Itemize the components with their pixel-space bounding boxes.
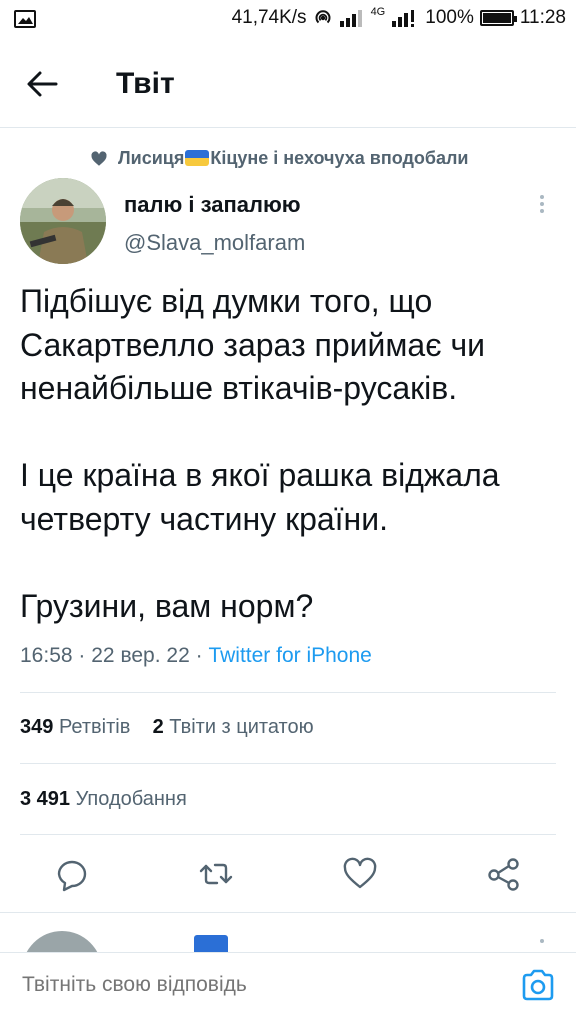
tweet-line: Грузини, вам норм? <box>20 587 314 624</box>
avatar[interactable] <box>20 178 106 264</box>
author-name[interactable]: палю і запалюю <box>124 192 301 218</box>
hotspot-icon <box>315 10 330 24</box>
network-speed: 41,74K/s <box>231 7 307 28</box>
author-handle[interactable]: @Slava_molfaram <box>124 230 305 256</box>
image-notification-icon <box>14 10 36 28</box>
liked-by-context[interactable]: Лисиця Кіцуне і нехочуха вподобали <box>90 148 469 169</box>
divider <box>20 692 556 693</box>
quotes-link[interactable]: 2 Твіти з цитатою <box>153 716 314 738</box>
reply-icon[interactable] <box>52 854 92 894</box>
retweet-icon[interactable] <box>196 854 236 894</box>
tweet-line: четверту частину країни. <box>20 500 388 537</box>
ukraine-flag-emoji <box>185 150 210 166</box>
signal-icon <box>339 10 362 27</box>
camera-icon[interactable] <box>520 967 556 1003</box>
meta-separator: · <box>78 644 86 667</box>
more-options-icon <box>540 939 544 943</box>
tweet-time: 16:58 <box>20 644 73 667</box>
status-right: 41,74K/s 4G 100% 11:28 <box>231 6 566 29</box>
avatar <box>22 931 102 952</box>
tweet-meta: 16:58 · 22 вер. 22 · Twitter for iPhone <box>20 644 372 668</box>
more-options-icon[interactable] <box>532 192 552 222</box>
likes-link[interactable]: 3 491 Уподобання <box>20 788 187 810</box>
retweets-link[interactable]: 349 Ретвітів <box>20 716 130 738</box>
avatar-photo <box>20 178 106 264</box>
tweet-line: Сакартвелло зараз приймає чи <box>20 326 485 363</box>
divider <box>20 834 556 835</box>
liker-name-prefix: Лисиця <box>118 148 185 168</box>
retweets-count: 349 <box>20 716 54 738</box>
meta-separator: · <box>195 644 203 667</box>
battery-percent: 100% <box>425 7 474 28</box>
app-header: Твіт <box>0 38 576 128</box>
reply-composer-bar <box>0 952 576 1024</box>
like-icon[interactable] <box>340 854 380 894</box>
likes-label: Уподобання <box>75 788 187 810</box>
battery-icon <box>479 10 517 26</box>
quotes-count: 2 <box>152 716 164 738</box>
network-type: 4G <box>370 6 386 18</box>
tweet-source-link[interactable]: Twitter for iPhone <box>208 644 371 667</box>
quotes-label: Твіти з цитатою <box>169 716 314 738</box>
status-bar: 41,74K/s 4G 100% 11:28 <box>0 0 576 38</box>
heart-icon <box>91 150 107 166</box>
tweet-line: Підбішує від думки того, що <box>20 283 433 319</box>
arrow-left-icon[interactable] <box>22 66 62 102</box>
tweet-actions <box>0 840 576 910</box>
tweet-text: Підбішує від думки того, що Сакартвелло … <box>20 280 560 628</box>
tweet-line: І це країна в якої рашка віджала <box>20 457 500 493</box>
divider <box>20 763 556 764</box>
flag-emoji <box>194 935 228 952</box>
retweet-stats: 349 Ретвітів 2 Твіти з цитатою <box>20 716 314 739</box>
clock: 11:28 <box>519 7 566 28</box>
retweets-label: Ретвітів <box>58 716 131 738</box>
signal-4g-icon <box>392 10 415 27</box>
next-reply-peek[interactable] <box>0 912 576 952</box>
liked-by-text: Лисиця Кіцуне і нехочуха вподобали <box>118 148 469 169</box>
page-title: Твіт <box>116 67 175 100</box>
tweet-date: 22 вер. 22 <box>91 644 190 667</box>
like-stats: 3 491 Уподобання <box>20 788 187 811</box>
tweet-line: ненайбільше втікачів-русаків. <box>20 370 458 406</box>
reply-input[interactable] <box>22 973 293 997</box>
liked-by-suffix: Кіцуне і нехочуха вподобали <box>210 148 469 168</box>
likes-count: 3 491 <box>20 788 71 810</box>
share-icon[interactable] <box>484 854 524 894</box>
